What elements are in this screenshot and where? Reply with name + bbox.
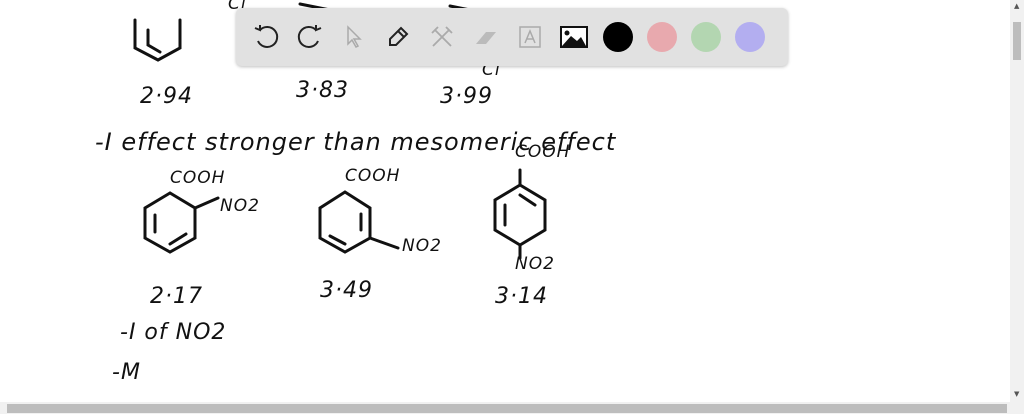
pka-value: 3·99 [440, 84, 493, 109]
pka-value: 3·83 [296, 78, 349, 103]
benzene-ring-meta [318, 190, 400, 254]
pka-value: 2·94 [140, 84, 193, 109]
cooh-label: COOH [515, 142, 571, 162]
note-mesomeric: -M [112, 360, 141, 385]
color-black[interactable] [598, 17, 638, 57]
cooh-label: COOH [170, 168, 226, 188]
benzene-ring-top-1 [133, 18, 182, 62]
redo-icon[interactable] [290, 17, 330, 57]
pointer-icon[interactable] [334, 17, 374, 57]
color-purple[interactable] [730, 17, 770, 57]
color-green[interactable] [686, 17, 726, 57]
pka-value: 2·17 [150, 284, 203, 309]
horizontal-scroll-thumb[interactable] [7, 404, 1007, 413]
text-icon[interactable] [510, 17, 550, 57]
vertical-scroll-thumb[interactable] [1013, 22, 1021, 60]
note-inductive-no2: -I of NO2 [120, 320, 227, 345]
tools-icon[interactable] [422, 17, 462, 57]
no2-label: NO2 [402, 236, 442, 256]
drawing-toolbar [236, 8, 788, 66]
color-pink[interactable] [642, 17, 682, 57]
undo-icon[interactable] [246, 17, 286, 57]
pka-value: 3·14 [495, 284, 548, 309]
no2-label: NO2 [220, 196, 260, 216]
horizontal-scrollbar[interactable] [0, 402, 1024, 414]
vertical-scrollbar[interactable]: ▲ ▼ [1010, 0, 1024, 402]
pka-value: 3·49 [320, 278, 373, 303]
cooh-label: COOH [345, 166, 401, 186]
pen-icon[interactable] [378, 17, 418, 57]
no2-label: NO2 [515, 254, 555, 274]
benzene-ring-para [493, 168, 547, 260]
scroll-up-icon[interactable]: ▲ [1014, 2, 1019, 10]
benzene-ring-ortho [143, 191, 220, 254]
eraser-icon[interactable] [466, 17, 506, 57]
scroll-down-icon[interactable]: ▼ [1014, 390, 1019, 398]
image-icon[interactable] [554, 17, 594, 57]
